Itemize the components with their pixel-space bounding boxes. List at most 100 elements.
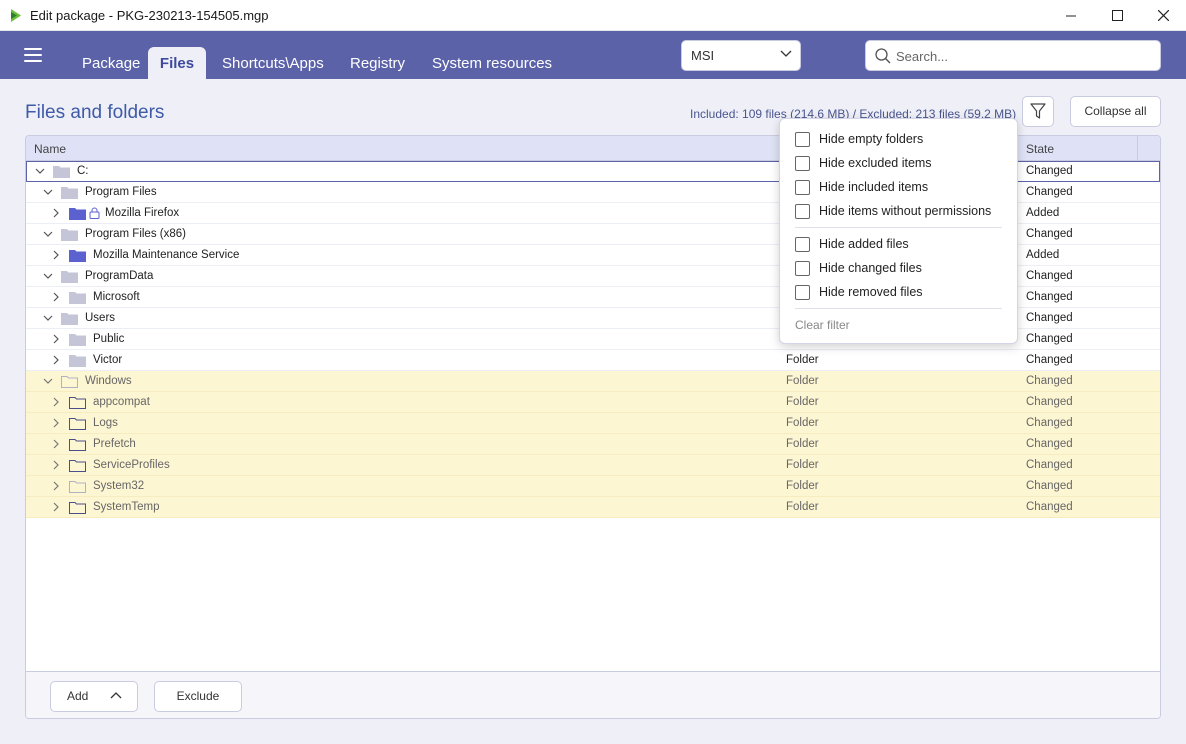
collapse-all-button[interactable]: Collapse all (1070, 96, 1161, 127)
filter-option-hide-changed-files[interactable]: Hide changed files (795, 260, 922, 276)
checkbox[interactable] (795, 179, 810, 195)
folder-outline-icon (69, 481, 86, 493)
folder-icon (61, 187, 78, 199)
filter-option-hide-added-files[interactable]: Hide added files (795, 236, 909, 252)
app-logo-icon (11, 9, 21, 22)
app-header: Package Files Shortcuts\Apps Registry Sy… (0, 31, 1186, 79)
package-format-value: MSI (691, 48, 715, 63)
panel-footer: Add Exclude (26, 671, 1160, 718)
tab-files[interactable]: Files (148, 47, 206, 79)
table-row[interactable]: Victor Folder Changed (26, 350, 1160, 371)
minimize-icon (1066, 15, 1076, 16)
minimize-button[interactable] (1048, 0, 1094, 31)
table-row[interactable]: SystemTemp Folder Changed (26, 497, 1160, 518)
column-header-name[interactable]: Name (34, 142, 66, 156)
row-state: Changed (1026, 228, 1073, 240)
chevron-down-icon[interactable] (43, 187, 53, 197)
column-header-state[interactable]: State (1026, 142, 1054, 156)
row-state: Changed (1026, 186, 1073, 198)
row-name: Public (93, 333, 125, 345)
close-icon (1157, 10, 1169, 21)
maximize-icon (1111, 10, 1123, 21)
row-state: Changed (1026, 375, 1073, 387)
search-box[interactable] (865, 40, 1161, 71)
table-row[interactable]: ServiceProfiles Folder Changed (26, 455, 1160, 476)
checkbox[interactable] (795, 203, 810, 219)
tab-registry[interactable]: Registry (338, 47, 417, 79)
chevron-right-icon[interactable] (51, 418, 61, 428)
row-state: Added (1026, 207, 1060, 219)
folder-outline-icon (69, 439, 86, 451)
filter-option-hide-removed-files[interactable]: Hide removed files (795, 284, 923, 300)
close-button[interactable] (1140, 0, 1186, 31)
folder-outline-icon (69, 502, 86, 514)
chevron-right-icon[interactable] (51, 397, 61, 407)
filter-dropdown: Hide empty folders Hide excluded items H… (779, 118, 1018, 344)
row-name: SystemTemp (93, 501, 160, 513)
chevron-right-icon[interactable] (51, 502, 61, 512)
row-state: Changed (1026, 396, 1073, 408)
filter-option-hide-included-items[interactable]: Hide included items (795, 179, 928, 195)
chevron-right-icon[interactable] (51, 439, 61, 449)
tab-package[interactable]: Package (70, 47, 152, 79)
table-row[interactable]: Prefetch Folder Changed (26, 434, 1160, 455)
chevron-right-icon[interactable] (51, 250, 61, 260)
chevron-down-icon[interactable] (43, 271, 53, 281)
checkbox[interactable] (795, 236, 810, 252)
row-name: Microsoft (93, 291, 140, 303)
row-name: Program Files (x86) (85, 228, 186, 240)
row-name: ProgramData (85, 270, 154, 282)
chevron-right-icon[interactable] (51, 208, 61, 218)
folder-outline-icon (69, 397, 86, 409)
table-row[interactable]: System32 Folder Changed (26, 476, 1160, 497)
row-state: Changed (1026, 417, 1073, 429)
checkbox[interactable] (795, 260, 810, 276)
exclude-button[interactable]: Exclude (154, 681, 242, 712)
chevron-down-icon[interactable] (35, 166, 45, 176)
row-type: Folder (786, 438, 819, 450)
chevron-down-icon[interactable] (43, 313, 53, 323)
row-type: Folder (786, 417, 819, 429)
row-state: Changed (1026, 333, 1073, 345)
row-state: Changed (1026, 291, 1073, 303)
chevron-right-icon[interactable] (51, 292, 61, 302)
row-name: Logs (93, 417, 118, 429)
row-name: appcompat (93, 396, 150, 408)
row-state: Changed (1026, 354, 1073, 366)
table-row[interactable]: Windows Folder Changed (26, 371, 1160, 392)
search-input[interactable] (896, 47, 1146, 65)
row-name: ServiceProfiles (93, 459, 170, 471)
chevron-down-icon[interactable] (43, 376, 53, 386)
row-name: Program Files (85, 186, 157, 198)
filter-button[interactable] (1022, 96, 1054, 127)
folder-icon (61, 229, 78, 241)
chevron-right-icon[interactable] (51, 334, 61, 344)
checkbox[interactable] (795, 284, 810, 300)
folder-outline-icon (69, 418, 86, 430)
filter-option-hide-empty-folders[interactable]: Hide empty folders (795, 131, 923, 147)
filter-option-hide-items-without-permissions[interactable]: Hide items without permissions (795, 203, 991, 219)
add-button[interactable]: Add (50, 681, 138, 712)
folder-included-icon (69, 250, 86, 262)
row-type: Folder (786, 480, 819, 492)
filter-option-hide-excluded-items[interactable]: Hide excluded items (795, 155, 932, 171)
chevron-right-icon[interactable] (51, 481, 61, 491)
menu-icon[interactable] (24, 48, 42, 62)
row-name: Prefetch (93, 438, 136, 450)
table-row[interactable]: Logs Folder Changed (26, 413, 1160, 434)
tab-shortcuts-apps[interactable]: Shortcuts\Apps (210, 47, 336, 79)
chevron-right-icon[interactable] (51, 460, 61, 470)
tab-system-resources[interactable]: System resources (420, 47, 564, 79)
maximize-button[interactable] (1094, 0, 1140, 31)
checkbox[interactable] (795, 155, 810, 171)
chevron-right-icon[interactable] (51, 355, 61, 365)
row-state: Changed (1026, 459, 1073, 471)
chevron-down-icon[interactable] (43, 229, 53, 239)
menu-divider (795, 308, 1002, 309)
package-format-select[interactable]: MSI (681, 40, 801, 71)
checkbox[interactable] (795, 131, 810, 147)
search-icon (875, 48, 891, 64)
row-name: Users (85, 312, 116, 324)
clear-filter-link[interactable]: Clear filter (795, 318, 850, 332)
table-row[interactable]: appcompat Folder Changed (26, 392, 1160, 413)
